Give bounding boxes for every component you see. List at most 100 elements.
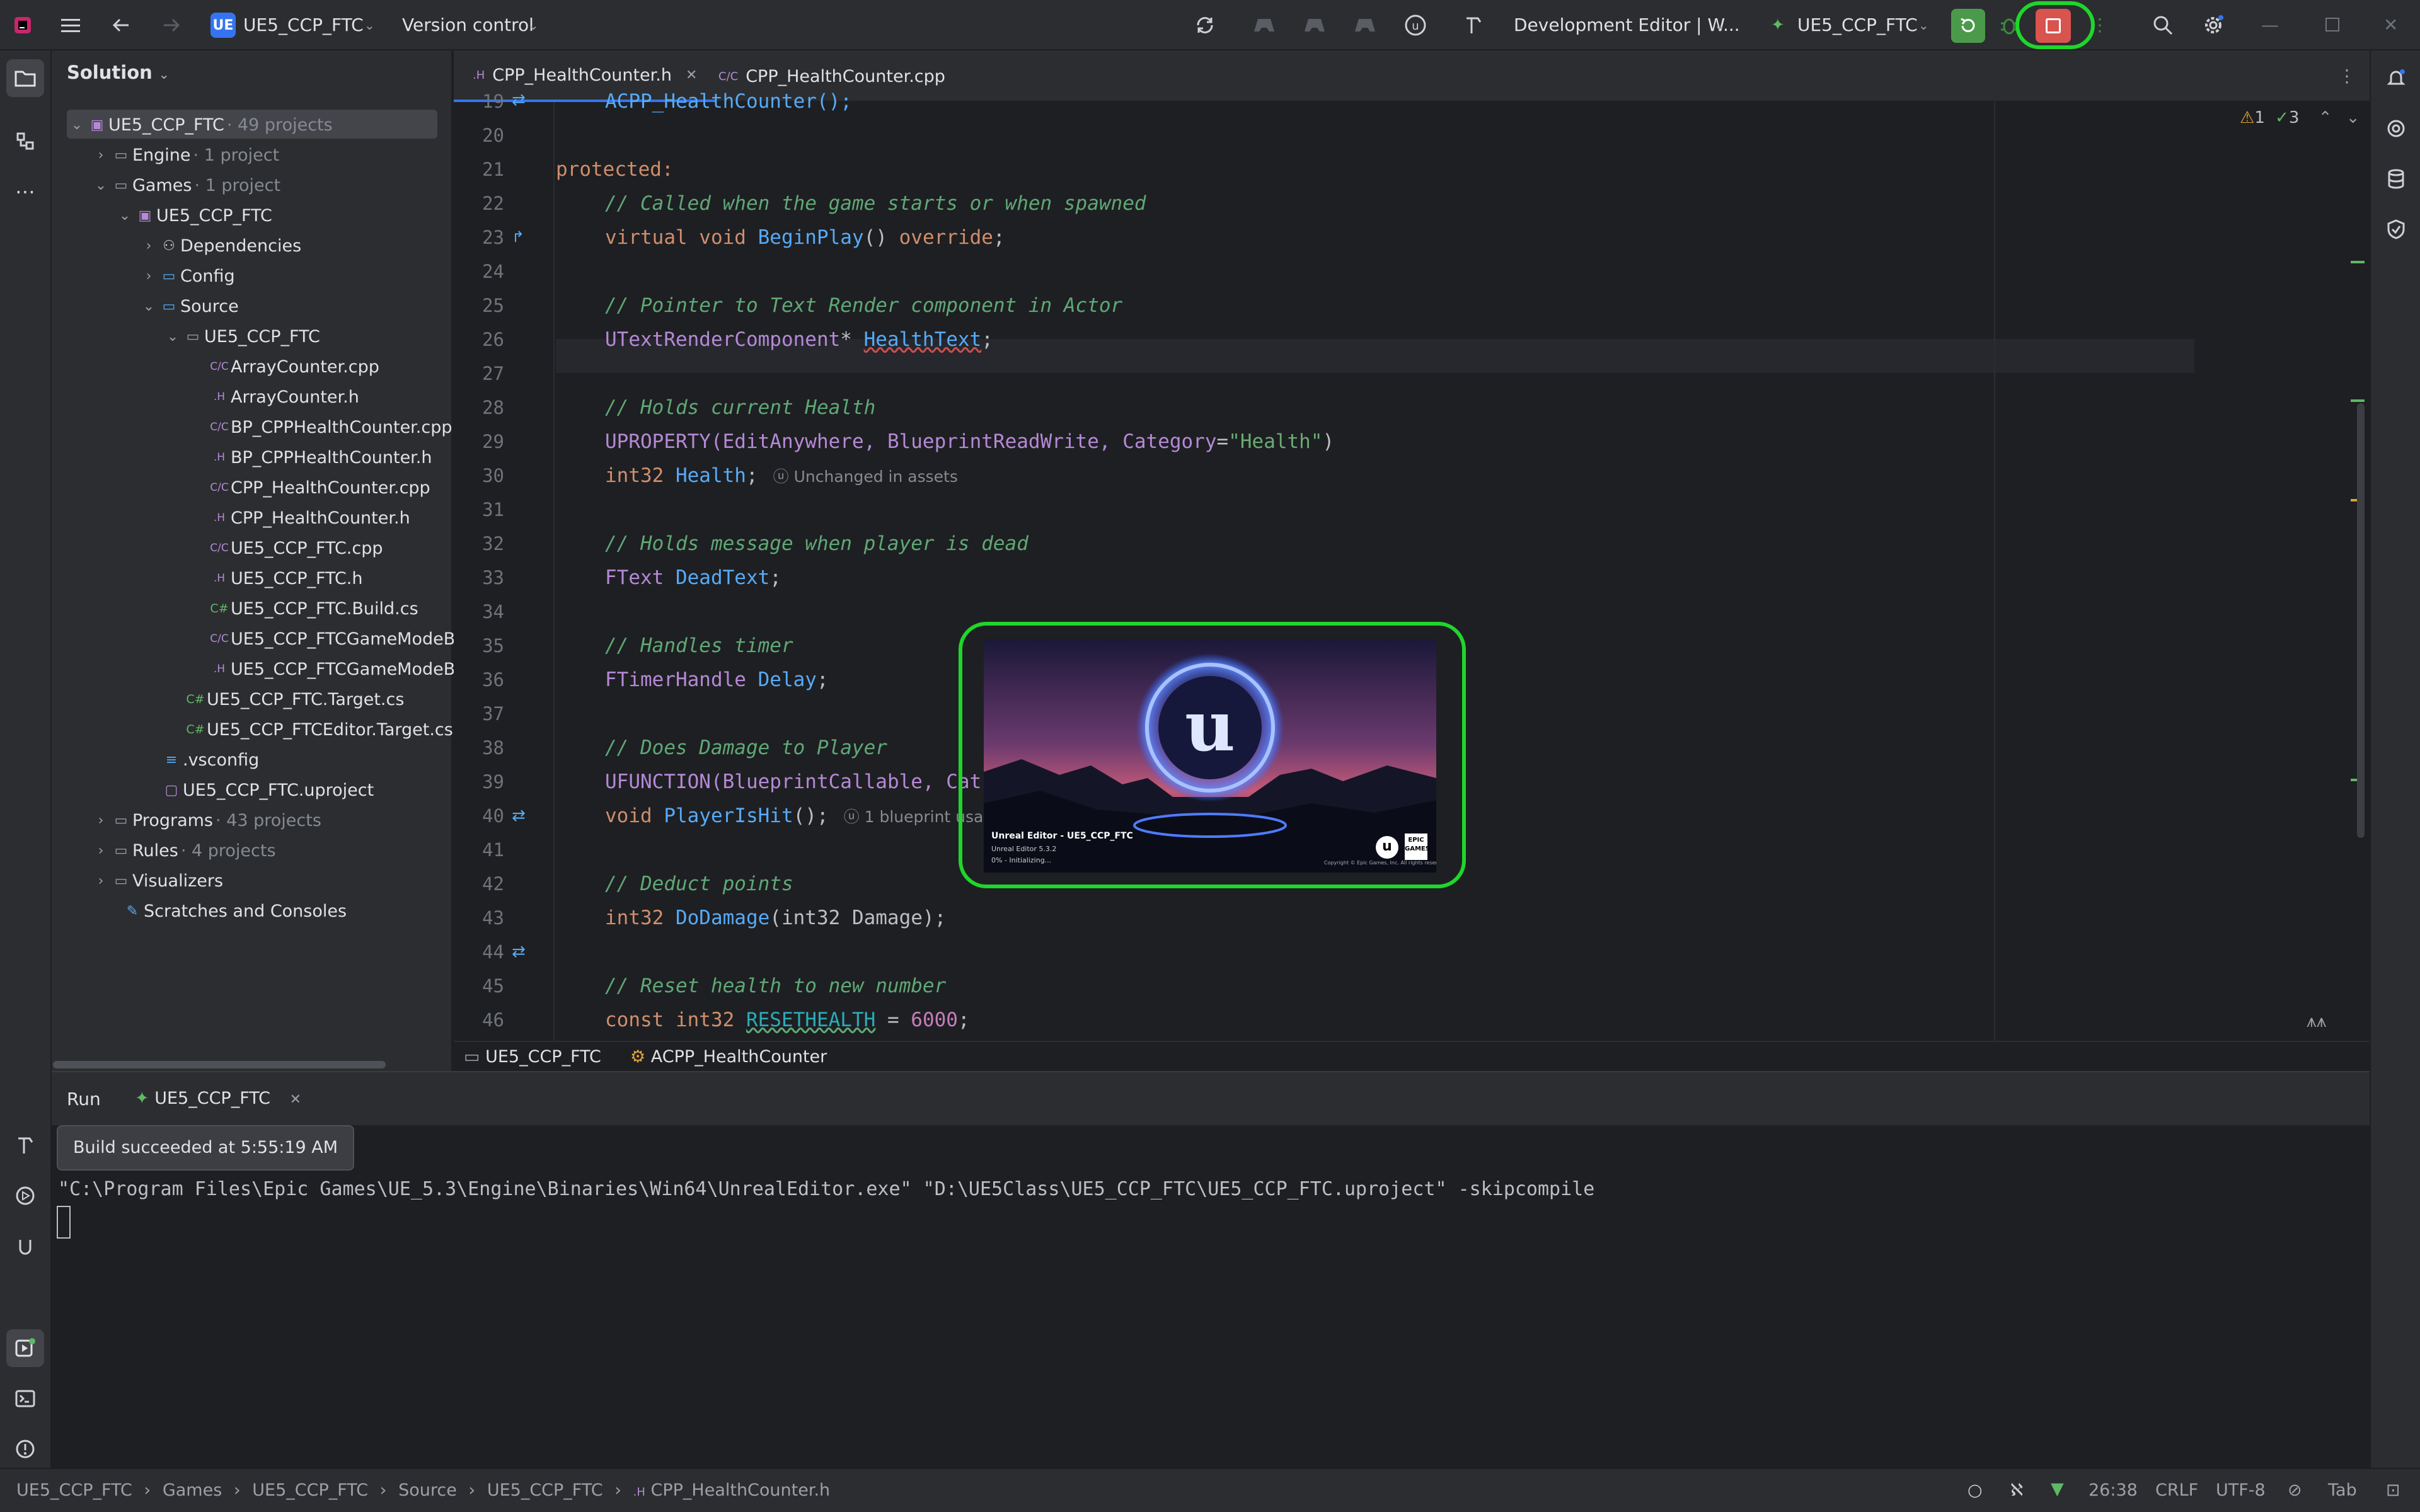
run-tab[interactable]: ✦ UE5_CCP_FTC ✕ (135, 1089, 301, 1108)
code-line[interactable]: virtual void BeginPlay() override; (605, 220, 1005, 255)
app-logo-icon[interactable] (11, 14, 34, 37)
rerun-button[interactable] (1951, 9, 1985, 43)
tree-item-file[interactable]: C/C UE5_CCP_FTCGameModeB (208, 624, 455, 654)
inspection-widget[interactable]: ⚠1 ✓3 ⌃ ⌄ (2240, 108, 2360, 127)
project-tool-button[interactable] (6, 59, 44, 97)
code-line[interactable]: // Called when the game starts or when s… (605, 186, 1146, 220)
code-line[interactable]: // Handles timer (605, 629, 793, 663)
lock-icon[interactable]: ⊡ (2386, 1480, 2400, 1500)
main-menu-icon[interactable] (58, 13, 83, 38)
controller-icon[interactable] (1301, 13, 1328, 38)
reader-mode-icon[interactable]: ⩚⩚ (2307, 1011, 2327, 1032)
implementation-gutter-icon[interactable]: ⇄ (512, 806, 526, 825)
breadcrumb-item[interactable]: UE5_CCP_FTC (487, 1480, 603, 1500)
code-line[interactable]: UPROPERTY(EditAnywhere, BlueprintReadWri… (605, 425, 1334, 459)
code-line[interactable]: FTimerHandle Delay; (605, 663, 829, 697)
previous-highlight-icon[interactable]: ⌃ (2319, 108, 2332, 127)
breadcrumb-item[interactable]: CPP_HealthCounter.h (650, 1480, 830, 1500)
shield-icon[interactable] (2377, 210, 2415, 248)
tree-item-scratches[interactable]: ✎ Scratches and Consoles (121, 896, 347, 926)
sync-icon[interactable] (1191, 13, 1219, 38)
tab-options-icon[interactable]: ⋮ (2338, 50, 2356, 102)
tree-item-file[interactable]: ▢ UE5_CCP_FTC.uproject (160, 775, 374, 805)
tree-item-programs[interactable]: › ▭ Programs · 43 projects (92, 805, 321, 835)
problems-icon[interactable] (6, 1430, 44, 1468)
tree-item-file[interactable]: .H ArrayCounter.h (208, 382, 359, 412)
controller-icon[interactable] (1250, 13, 1278, 38)
indent-setting[interactable]: Tab (2328, 1480, 2357, 1500)
services-icon[interactable] (6, 1177, 44, 1215)
vertical-scrollbar[interactable] (2357, 403, 2365, 838)
code-line[interactable]: // Does Damage to Player (605, 731, 887, 765)
project-selector[interactable]: UE5_CCP_FTC (243, 0, 364, 50)
console-output[interactable]: "C:\Program Files\Epic Games\UE_5.3\Engi… (58, 1174, 1594, 1205)
tree-item-engine[interactable]: › ▭ Engine · 1 project (92, 140, 280, 170)
tree-item-project[interactable]: ⌄ ▣ UE5_CCP_FTC (116, 200, 272, 231)
code-line[interactable]: FText DeadText; (605, 561, 781, 595)
tree-item-file[interactable]: C/C ArrayCounter.cpp (208, 352, 379, 382)
implementation-gutter-icon[interactable]: ⇄ (512, 91, 526, 110)
hammer-icon[interactable] (1460, 13, 1487, 38)
close-tab-icon[interactable]: ✕ (686, 67, 697, 83)
code-line[interactable]: // Reset health to new number (605, 969, 946, 1003)
code-line[interactable]: UFUNCTION(BlueprintCallable, Cat (605, 765, 981, 799)
tree-item-file[interactable]: ≡ .vsconfig (160, 745, 259, 775)
unreal-tool-icon[interactable] (6, 1227, 44, 1265)
tree-item-source[interactable]: ⌄ ▭ Source (140, 291, 239, 321)
project-badge[interactable]: UE (210, 13, 236, 38)
code-line[interactable]: int32 DoDamage(int32 Damage); (605, 901, 946, 935)
maximize-button[interactable] (2325, 18, 2339, 32)
code-line[interactable]: int32 Health; ⓤ Unchanged in assets (605, 459, 958, 493)
minimize-button[interactable]: — (2261, 0, 2279, 50)
tree-item-file[interactable]: .H UE5_CCP_FTCGameModeB (208, 654, 455, 684)
forward-icon[interactable] (159, 13, 184, 38)
tree-item-rules[interactable]: › ▭ Rules · 4 projects (92, 835, 276, 866)
terminal-icon[interactable] (6, 1380, 44, 1418)
breadcrumb-item[interactable]: Games (163, 1480, 222, 1500)
code-line[interactable]: ACPP_HealthCounter(); (605, 84, 852, 118)
override-gutter-icon[interactable]: ↱ (512, 228, 524, 246)
more-actions-icon[interactable]: ⋮ (2091, 0, 2109, 50)
code-line[interactable]: // Pointer to Text Render component in A… (605, 289, 1122, 323)
unreal-usage-hint[interactable]: ⓤ Unchanged in assets (773, 467, 958, 486)
breadcrumb-item[interactable]: ▭ UE5_CCP_FTC (464, 1047, 601, 1067)
code-line[interactable]: UTextRenderComponent* HealthText; (605, 323, 993, 357)
tree-item-config[interactable]: › ▭ Config (140, 261, 235, 291)
code-line[interactable]: protected: (556, 152, 674, 186)
console-cursor[interactable] (57, 1206, 71, 1239)
version-control-menu[interactable]: Version control (402, 0, 534, 50)
structure-icon[interactable] (6, 122, 44, 160)
horizontal-scrollbar[interactable] (53, 1061, 386, 1068)
tree-item-file[interactable]: .H UE5_CCP_FTC.h (208, 563, 363, 593)
code-line[interactable]: void PlayerIsHit(); ⓤ 1 blueprint usa (605, 799, 983, 833)
close-window-button[interactable]: ✕ (2383, 0, 2398, 50)
run-configuration-selector[interactable]: Development Editor | W... (1514, 0, 1740, 50)
code-line[interactable]: // Deduct points (605, 867, 793, 901)
tree-item-file[interactable]: C/C CPP_HealthCounter.cpp (208, 472, 430, 503)
code-line[interactable]: // Holds current Health (605, 391, 875, 425)
unreal-icon[interactable]: u (1402, 13, 1429, 38)
vcs-status-icon[interactable]: ▼ (2051, 1479, 2064, 1499)
run-target-selector[interactable]: UE5_CCP_FTC (1797, 0, 1918, 50)
tree-item-games[interactable]: ⌄ ▭ Games · 1 project (92, 170, 280, 200)
settings-icon[interactable] (2199, 13, 2227, 38)
notifications-icon[interactable] (2377, 59, 2415, 97)
tree-item-file[interactable]: C# UE5_CCP_FTC.Build.cs (208, 593, 418, 624)
search-icon[interactable] (2149, 13, 2177, 38)
next-highlight-icon[interactable]: ⌄ (2346, 108, 2360, 127)
implementation-gutter-icon[interactable]: ⇄ (512, 942, 526, 961)
power-save-icon[interactable]: ℵ (2010, 1480, 2023, 1500)
code-line[interactable]: const int32 RESETHEALTH = 6000; (605, 1003, 970, 1037)
tree-item-file[interactable]: .H BP_CPPHealthCounter.h (208, 442, 432, 472)
line-ending[interactable]: CRLF (2155, 1480, 2198, 1500)
run-tool-button[interactable] (6, 1329, 44, 1367)
code-style-icon[interactable]: ⊘ (2288, 1480, 2302, 1500)
tree-item-file[interactable]: C/C BP_CPPHealthCounter.cpp (208, 412, 452, 442)
database-icon[interactable] (2377, 160, 2415, 198)
tree-item-file[interactable]: C# UE5_CCP_FTC.Target.cs (184, 684, 404, 714)
panel-title[interactable]: Solution ⌄ (67, 62, 170, 83)
tree-item-source-folder[interactable]: ⌄ ▭ UE5_CCP_FTC (164, 321, 320, 352)
tree-item-dependencies[interactable]: › ⚇ Dependencies (140, 231, 302, 261)
tree-item-visualizers[interactable]: › ▭ Visualizers (92, 866, 223, 896)
breadcrumb-item[interactable]: UE5_CCP_FTC (16, 1480, 132, 1500)
